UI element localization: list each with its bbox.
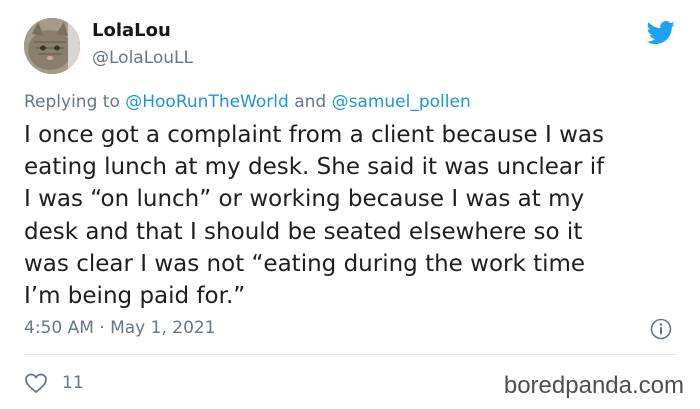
tweet-line: desk and that I should be seated elsewhe…: [24, 218, 583, 245]
mention-link-1[interactable]: @HooRunTheWorld: [125, 92, 289, 112]
replying-conjunction: and: [294, 92, 327, 112]
like-button[interactable]: 11: [24, 372, 84, 394]
watermark: boredpanda.com: [503, 372, 684, 399]
display-name[interactable]: LolaLou: [92, 20, 171, 41]
user-handle[interactable]: @LolaLouLL: [92, 48, 193, 68]
tweet-line: was clear I was not “eating during the w…: [24, 250, 586, 277]
mention-link-2[interactable]: @samuel_pollen: [332, 92, 471, 112]
tweet-line: eating lunch at my desk. She said it was…: [24, 154, 605, 181]
tweet-line: I once got a complaint from a client bec…: [24, 122, 604, 148]
replying-prefix: Replying to: [24, 92, 120, 112]
tweet-line: I’m being paid for.”: [24, 283, 246, 310]
avatar[interactable]: [24, 18, 80, 74]
twitter-bird-icon[interactable]: [646, 21, 676, 45]
info-icon[interactable]: [650, 318, 672, 340]
divider: [24, 354, 676, 355]
tweet-timestamp[interactable]: 4:50 AM · May 1, 2021: [24, 318, 216, 338]
replying-to: Replying to @HooRunTheWorld and @samuel_…: [24, 92, 471, 112]
heart-icon: [25, 373, 47, 393]
tweet-text: I once got a complaint from a client bec…: [24, 119, 684, 312]
like-count: 11: [62, 373, 84, 393]
cat-avatar-image: [24, 18, 80, 74]
tweet-line: I was “on lunch” or working because I wa…: [24, 186, 585, 213]
